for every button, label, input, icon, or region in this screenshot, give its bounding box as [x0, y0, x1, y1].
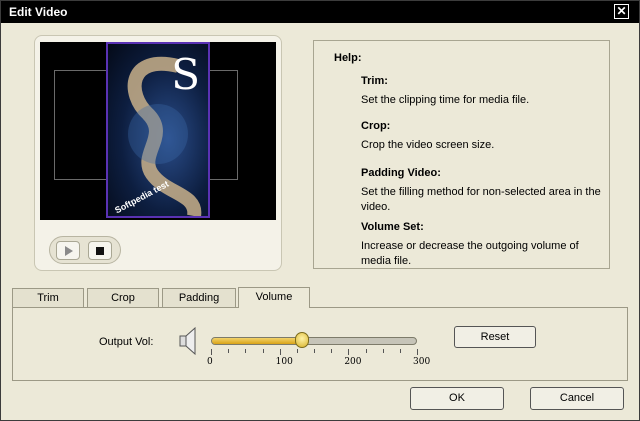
stop-icon[interactable]: [88, 241, 112, 260]
volume-tick: [417, 349, 418, 355]
help-section-crop: Crop: Crop the video screen size.: [361, 120, 601, 153]
title-bar: Edit Video ✕: [1, 1, 639, 23]
speaker-icon: [179, 326, 196, 356]
help-text: Set the filling method for non-selected …: [361, 186, 601, 213]
video-preview: S Softpedia test: [40, 42, 276, 220]
tick-label-0: 0: [207, 357, 213, 367]
preview-panel: S Softpedia test: [34, 35, 282, 271]
ok-button[interactable]: OK: [410, 387, 504, 410]
help-text: Set the clipping time for media file.: [361, 94, 530, 106]
tab-crop[interactable]: Crop: [87, 288, 159, 307]
tick-label-100: 100: [275, 357, 293, 367]
cancel-button[interactable]: Cancel: [530, 387, 624, 410]
volume-tick: [348, 349, 350, 355]
volume-tick: [262, 349, 264, 353]
volume-tick: [279, 349, 281, 355]
video-frame-image: S Softpedia test: [106, 42, 210, 218]
volume-tick: [296, 349, 298, 353]
volume-tab-panel: Output Vol: 0 100 200 300 Reset: [12, 307, 628, 381]
volume-tick: [331, 349, 333, 353]
volume-tick: [211, 349, 212, 355]
help-heading: Trim:: [361, 75, 388, 87]
volume-slider-fill: [212, 338, 303, 344]
help-section-padding: Padding Video: Set the filling method fo…: [361, 167, 601, 215]
volume-tick: [245, 349, 247, 353]
dialog-body: S Softpedia test Help: Trim: Set the cli…: [2, 23, 638, 420]
tab-volume[interactable]: Volume: [238, 287, 310, 308]
reset-button[interactable]: Reset: [454, 326, 536, 348]
window-title: Edit Video: [9, 5, 68, 19]
volume-tick: [365, 349, 367, 353]
help-panel: Help: Trim: Set the clipping time for me…: [313, 40, 610, 269]
help-section-trim: Trim: Set the clipping time for media fi…: [361, 75, 601, 108]
tick-label-200: 200: [344, 357, 362, 367]
help-title: Help:: [334, 52, 362, 64]
play-icon[interactable]: [56, 241, 80, 260]
help-text: Increase or decrease the outgoing volume…: [361, 240, 579, 267]
help-heading: Volume Set:: [361, 221, 424, 233]
output-volume-label: Output Vol:: [99, 336, 154, 348]
help-section-volume: Volume Set: Increase or decrease the out…: [361, 221, 601, 269]
help-text: Crop the video screen size.: [361, 139, 495, 151]
tick-label-300: 300: [413, 357, 431, 367]
help-heading: Crop:: [361, 120, 391, 132]
volume-slider-track[interactable]: [211, 337, 417, 345]
volume-tick: [382, 349, 384, 353]
help-heading: Padding Video:: [361, 167, 441, 179]
tab-trim[interactable]: Trim: [12, 288, 84, 307]
poster-letter: S: [171, 50, 200, 99]
slider-thumb[interactable]: [294, 332, 309, 348]
tab-padding[interactable]: Padding: [162, 288, 236, 307]
volume-tick: [314, 349, 315, 353]
edit-video-dialog: Edit Video ✕ S Softpedia test Help: Trim…: [0, 0, 640, 421]
close-icon[interactable]: ✕: [614, 4, 629, 19]
volume-tick: [228, 349, 230, 353]
player-controls: [49, 236, 121, 264]
volume-ticks: [211, 349, 418, 355]
volume-tick: [399, 349, 401, 353]
